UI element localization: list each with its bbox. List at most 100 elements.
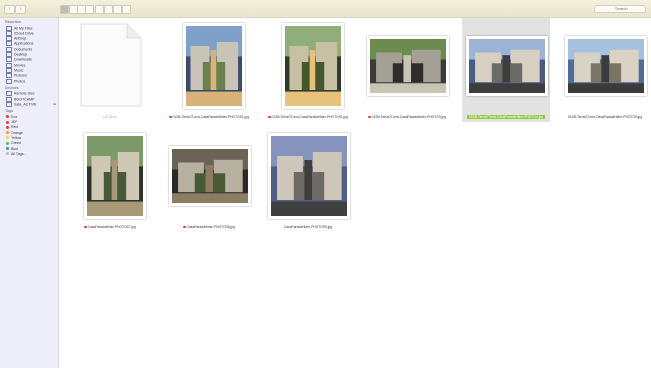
sidebar-item[interactable]: Pictures xyxy=(6,73,27,79)
sidebar-item[interactable]: Green xyxy=(6,141,21,146)
red-tag-icon xyxy=(368,115,371,119)
all-files-icon xyxy=(6,25,12,31)
sidebar-item-label: BOOTCAMP xyxy=(14,97,35,102)
sidebar-item[interactable]: Applications xyxy=(6,41,34,47)
sidebar-section-header: Tags xyxy=(5,109,14,114)
file-tile[interactable]: 01SB-TerraGTurra-CasaParadaHider-PHOTOS1… xyxy=(165,18,253,122)
sidebar-item[interactable]: Yellow xyxy=(6,136,21,141)
drive-icon xyxy=(6,101,12,107)
tag-icon[interactable] xyxy=(122,5,131,14)
sidebar-item[interactable]: Remote Disc xyxy=(6,91,35,97)
sidebar-item[interactable]: Blue xyxy=(6,147,18,152)
tag-dot-icon xyxy=(6,115,9,119)
sidebar-item[interactable]: Downloads xyxy=(6,57,32,63)
drive-icon xyxy=(6,96,12,102)
file-tile[interactable]: CasaParadaHider-PHOTOS7.jpg xyxy=(66,128,154,232)
file-name-label[interactable]: 01SB-TerraGTurra-CasaParadaHider-PHOTO3.… xyxy=(363,115,451,119)
tag-dot-icon xyxy=(6,136,9,140)
file-name-label[interactable]: CasaParadaHider-PHOTOS8.jpg xyxy=(165,225,253,229)
desktop-icon xyxy=(6,52,12,57)
photo-image xyxy=(568,39,644,93)
sidebar-section-header: Devices xyxy=(5,85,19,90)
file-name-label[interactable]: CasaParadaHider-PHOTOS9.jpg xyxy=(264,225,352,229)
back-button[interactable]: ‹ xyxy=(4,5,15,14)
file-name-label[interactable]: 01SB-TerraGTurra-CasaParadaHider-PHOTO5.… xyxy=(561,115,649,119)
gear-icon[interactable] xyxy=(104,5,113,14)
sidebar-item[interactable]: JKF xyxy=(6,120,17,125)
sidebar-item-label: AirDrop xyxy=(14,36,27,41)
file-name-label[interactable]: 01SB-TerraGTurra-CasaParadaHider-PHOTOS1… xyxy=(264,115,352,119)
file-name: 01SB-TerraGTurra-CasaParadaHider-PHOTO4.… xyxy=(466,115,546,119)
sidebar-item[interactable]: Desktop xyxy=(6,52,27,57)
photos-icon xyxy=(6,78,12,84)
file-name: 01SB-TerraGTurra-CasaParadaHider-PHOTO5.… xyxy=(567,115,643,119)
sidebar-item-label: Downloads xyxy=(14,57,32,62)
file-tile[interactable]: DS Store xyxy=(66,18,154,122)
file-tile[interactable]: 01SB-TerraGTurra-CasaParadaHider-PHOTO4.… xyxy=(462,18,550,122)
photo-thumbnail xyxy=(565,36,647,96)
sidebar: Favorites All My Files iCloud Drive AirDrop… xyxy=(0,18,59,368)
finder-window: ‹ › FavoritesAll My FilesiCloud DriveAir… xyxy=(0,0,651,368)
photo-image xyxy=(87,136,143,216)
sidebar-item-label: Orange xyxy=(11,130,23,135)
sidebar-item-label: Documents xyxy=(14,47,33,52)
forward-button[interactable]: › xyxy=(15,5,26,14)
sidebar-item[interactable]: Documents xyxy=(6,46,33,52)
search-input[interactable] xyxy=(594,5,646,13)
eject-icon[interactable]: ⏏ xyxy=(53,102,56,106)
file-name: DS Store xyxy=(103,115,117,119)
red-tag-icon xyxy=(169,115,172,119)
file-name: 01SB-TerraGTurra-CasaParadaHider-PHOTOS1… xyxy=(271,115,348,119)
airdrop-icon xyxy=(6,36,12,42)
sidebar-item-label: iCloud Drive xyxy=(14,31,34,36)
sidebar-item[interactable]: AirDrop xyxy=(6,36,27,42)
photo-image xyxy=(186,26,242,106)
sidebar-item[interactable]: Eco xyxy=(6,115,17,120)
file-name-label[interactable]: DS Store xyxy=(66,115,154,119)
sidebar-item[interactable]: All Tags... xyxy=(6,152,27,157)
file-name: 01SB-TerraGTurra-CasaParadaHider-PHOTOS1… xyxy=(172,115,249,119)
sidebar-item[interactable]: iCloud Drive xyxy=(6,30,34,36)
file-name-label[interactable]: 01SB-TerraGTurra-CasaParadaHider-PHOTOS1… xyxy=(165,115,253,119)
toolbar: ‹ › xyxy=(0,0,651,18)
sidebar-item[interactable]: Red xyxy=(6,125,18,130)
sidebar-item[interactable]: All My Files xyxy=(6,25,33,31)
share-icon[interactable] xyxy=(113,5,122,14)
icon-view-button[interactable] xyxy=(60,5,69,14)
file-tile[interactable]: 01SB-TerraGTurra-CasaParadaHider-PHOTOS1… xyxy=(264,18,352,122)
tag-dot-icon xyxy=(6,141,9,145)
music-icon xyxy=(6,67,12,73)
sidebar-item-label: Eco xyxy=(11,114,18,119)
sidebar-item[interactable]: Music xyxy=(6,67,23,73)
file-tile[interactable]: CasaParadaHider-PHOTOS9.jpg xyxy=(264,128,352,232)
sidebar-item-label: Applications xyxy=(14,41,34,46)
sidebar-item-label: Sata_ACTIVE xyxy=(14,102,37,107)
file-tile[interactable]: CasaParadaHider-PHOTOS8.jpg xyxy=(165,128,253,232)
file-name-label[interactable]: CasaParadaHider-PHOTOS7.jpg xyxy=(66,225,154,229)
photo-thumbnail xyxy=(84,133,146,219)
photo-image xyxy=(172,149,248,203)
file-name: CasaParadaHider-PHOTOS7.jpg xyxy=(87,225,136,229)
sidebar-item[interactable]: Movies xyxy=(6,62,26,68)
photo-image xyxy=(469,39,545,93)
cover-flow-button[interactable] xyxy=(85,5,94,14)
file-tile[interactable]: 01SB-TerraGTurra-CasaParadaHider-PHOTO3.… xyxy=(363,18,451,122)
arrange-button[interactable] xyxy=(95,5,104,14)
sidebar-item[interactable]: Photos xyxy=(6,78,25,84)
photo-image xyxy=(285,26,341,106)
downloads-icon xyxy=(6,57,12,63)
applications-icon xyxy=(6,41,12,47)
tag-dot-icon xyxy=(6,120,9,124)
sidebar-item-label: All Tags... xyxy=(11,151,27,156)
sidebar-item-label: Movies xyxy=(14,63,26,68)
sidebar-item[interactable]: BOOTCAMP xyxy=(6,96,35,102)
sidebar-item-label: Yellow xyxy=(11,135,22,140)
sidebar-item[interactable]: Sata_ACTIVE xyxy=(6,101,37,107)
sidebar-item-label: All My Files xyxy=(14,25,33,30)
sidebar-item[interactable]: Orange xyxy=(6,131,23,136)
file-name: 01SB-TerraGTurra-CasaParadaHider-PHOTO3.… xyxy=(371,115,446,119)
disc-icon xyxy=(6,91,12,97)
file-name-label[interactable]: 01SB-TerraGTurra-CasaParadaHider-PHOTO4.… xyxy=(462,115,550,119)
file-tile[interactable]: 01SB-TerraGTurra-CasaParadaHider-PHOTO5.… xyxy=(561,18,649,122)
document-icon xyxy=(80,23,142,107)
